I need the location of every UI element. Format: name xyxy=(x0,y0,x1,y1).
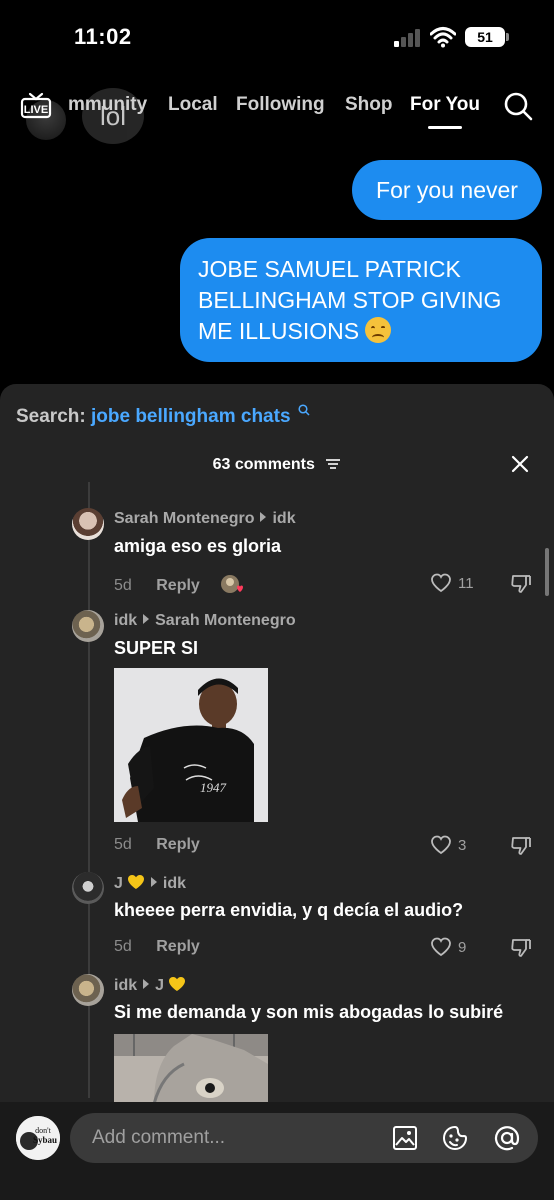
message-bubble: JOBE SAMUEL PATRICK BELLINGHAM STOP GIVI… xyxy=(180,238,542,362)
profile-image: don't Sybau xyxy=(16,1116,60,1160)
reply-button[interactable]: Reply xyxy=(156,577,200,594)
dislike-icon[interactable] xyxy=(510,936,532,958)
author-name[interactable]: idk xyxy=(114,977,137,994)
reply-header: idk J xyxy=(114,976,186,995)
heart-icon xyxy=(431,835,451,855)
reply-photo[interactable] xyxy=(114,1034,268,1104)
reply-to-name[interactable]: Sarah Montenegro xyxy=(155,612,295,629)
reply-meta: 5d Reply xyxy=(114,938,200,956)
reply-item: Sarah Montenegro idk amiga eso es gloria … xyxy=(72,508,552,608)
image-icon[interactable] xyxy=(392,1125,418,1151)
reply-header: idk Sarah Montenegro xyxy=(114,612,296,630)
tab-community[interactable]: mmunity xyxy=(68,94,147,116)
dislike-icon[interactable] xyxy=(510,834,532,856)
reply-arrow-icon xyxy=(143,614,150,624)
svg-text:LIVE: LIVE xyxy=(24,104,48,116)
cat-photo-image xyxy=(114,1034,268,1104)
mention-icon[interactable] xyxy=(494,1125,520,1151)
author-name[interactable]: J xyxy=(114,875,123,892)
live-icon[interactable]: LIVE xyxy=(20,90,52,122)
like-button[interactable]: 11 xyxy=(430,572,474,594)
yellow-heart-icon xyxy=(127,875,144,889)
comments-sheet: Search: jobe bellingham chats 63 comment… xyxy=(0,384,554,1200)
reply-button[interactable]: Reply xyxy=(156,836,200,853)
like-button[interactable]: 3 xyxy=(430,834,466,856)
heart-icon xyxy=(431,573,451,593)
status-time: 11:02 xyxy=(74,24,132,49)
person-photo-image: 1947 xyxy=(114,668,268,822)
avatar[interactable] xyxy=(72,508,104,540)
reply-text: SUPER SI xyxy=(114,638,199,658)
avatar[interactable] xyxy=(72,974,104,1006)
reply-arrow-icon xyxy=(150,877,157,887)
reply-text: Si me demanda y son mis abogadas lo subi… xyxy=(114,1002,504,1022)
author-name[interactable]: idk xyxy=(114,612,137,629)
reply-header: Sarah Montenegro idk xyxy=(114,510,296,528)
avatar-text: Sybau xyxy=(33,1135,57,1145)
message-bubble: For you never xyxy=(352,160,542,220)
related-search[interactable]: Search: jobe bellingham chats xyxy=(16,404,310,428)
search-icon xyxy=(298,404,310,416)
reply-button[interactable]: Reply xyxy=(156,938,200,955)
reply-item: idk J Si me demanda y son mis abogadas lo… xyxy=(72,974,552,1104)
like-count: 9 xyxy=(458,938,467,956)
reply-meta: 5d Reply xyxy=(114,574,244,596)
svg-text:1947: 1947 xyxy=(200,780,227,795)
reply-text: amiga eso es gloria xyxy=(114,536,282,556)
tab-local[interactable]: Local xyxy=(168,94,218,116)
status-bar: 11:02 51 xyxy=(0,0,554,70)
reply-item: idk Sarah Montenegro SUPER SI 1947 5d Rep… xyxy=(72,610,552,870)
reply-arrow-icon xyxy=(260,512,267,522)
active-tab-indicator xyxy=(428,126,462,129)
sad-face-icon xyxy=(365,317,392,343)
tab-shop[interactable]: Shop xyxy=(345,94,393,116)
avatar[interactable]: don't Sybau xyxy=(16,1116,60,1160)
heart-icon xyxy=(431,937,451,957)
like-count: 3 xyxy=(458,836,467,854)
wifi-icon xyxy=(430,27,456,48)
close-icon[interactable] xyxy=(510,454,530,474)
message-text: JOBE SAMUEL PATRICK BELLINGHAM STOP GIVI… xyxy=(198,256,502,344)
reply-age: 5d xyxy=(114,836,132,853)
reply-to-name[interactable]: idk xyxy=(163,875,186,892)
cellular-signal-icon xyxy=(394,29,422,47)
reply-header: Jidk xyxy=(114,874,186,893)
search-label: Search: xyxy=(16,406,86,427)
reply-to-name[interactable]: J xyxy=(155,977,164,994)
tab-for-you[interactable]: For You xyxy=(410,94,480,116)
reply-text: kheeee perra envidia, y q decía el audio… xyxy=(114,900,464,920)
battery-indicator: 51 xyxy=(465,27,509,47)
avatar-text: don't xyxy=(35,1126,51,1135)
reply-meta: 5d Reply xyxy=(114,836,200,854)
comment-input[interactable] xyxy=(92,1113,372,1163)
reply-age: 5d xyxy=(114,938,132,955)
top-navigation: LIVE lol mmunity Local Following Shop Fo… xyxy=(0,78,554,148)
yellow-heart-icon xyxy=(169,977,186,991)
tab-following[interactable]: Following xyxy=(236,94,325,116)
avatar[interactable] xyxy=(72,610,104,642)
author-name[interactable]: Sarah Montenegro xyxy=(114,510,254,527)
reply-age: 5d xyxy=(114,577,132,594)
search-icon[interactable] xyxy=(503,91,533,121)
comment-composer: don't Sybau xyxy=(0,1102,554,1200)
reply-arrow-icon xyxy=(143,979,150,989)
creator-liked-icon xyxy=(221,575,244,593)
like-count: 11 xyxy=(458,574,474,592)
comment-input-container xyxy=(70,1113,538,1163)
like-button[interactable]: 9 xyxy=(430,936,466,958)
dislike-icon[interactable] xyxy=(510,572,532,594)
sort-icon[interactable] xyxy=(325,458,341,470)
reply-item: Jidk kheeee perra envidia, y q decía el … xyxy=(72,872,552,972)
avatar[interactable] xyxy=(72,872,104,904)
comments-count[interactable]: 63 comments xyxy=(0,456,554,474)
reply-photo[interactable]: 1947 xyxy=(114,668,268,822)
comments-count-label: 63 comments xyxy=(212,456,315,473)
search-query-link[interactable]: jobe bellingham chats xyxy=(91,406,291,427)
reply-to-name[interactable]: idk xyxy=(272,510,295,527)
emoji-icon[interactable] xyxy=(442,1125,468,1151)
